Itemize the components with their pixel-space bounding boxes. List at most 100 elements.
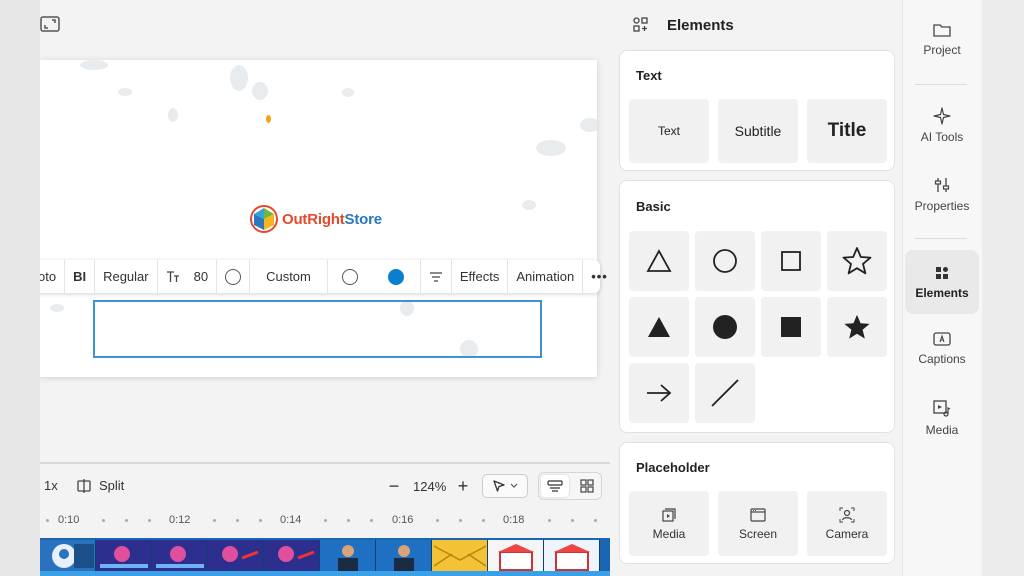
placeholder-section: Placeholder Media Screen Camera <box>619 442 895 564</box>
logo-icon <box>250 205 278 233</box>
effects-button[interactable]: Effects <box>452 260 509 293</box>
star-outline-icon <box>842 247 872 275</box>
arrow-right-icon <box>647 384 672 402</box>
nav-media[interactable]: Media <box>905 400 979 437</box>
elements-icon <box>936 266 948 279</box>
text-color-swatch[interactable] <box>217 260 251 293</box>
stroke-color-swatch[interactable] <box>328 260 372 293</box>
selected-text-box[interactable] <box>93 300 542 358</box>
fill-color-swatch[interactable] <box>372 260 421 293</box>
elements-icon <box>632 16 650 34</box>
square-filled-icon <box>781 317 801 337</box>
title-preset[interactable]: Title <box>807 99 887 163</box>
grid-view-icon <box>580 479 594 493</box>
nav-ai-tools[interactable]: AI Tools <box>905 107 979 144</box>
logo: OutRightStore <box>250 204 382 234</box>
editor-area: OutRightStore oto BI Regular 80 Custom E… <box>40 0 610 576</box>
square-outline-shape[interactable] <box>761 231 821 291</box>
star-filled-icon <box>844 314 870 339</box>
ruler-label: 0:18 <box>503 514 525 526</box>
ruler-label: 0:12 <box>169 514 191 526</box>
grid-view-button[interactable] <box>573 475 601 497</box>
panel-title: Elements <box>667 17 734 34</box>
star-filled-shape[interactable] <box>827 297 887 357</box>
filled-circle-icon <box>387 268 404 285</box>
animation-button[interactable]: Animation <box>508 260 584 293</box>
left-strip <box>0 0 40 576</box>
logo-text: OutRightStore <box>282 210 382 228</box>
more-options-button[interactable]: ••• <box>583 260 610 293</box>
circle-filled-icon <box>713 315 737 339</box>
list-view-icon <box>547 480 563 492</box>
captions-icon <box>933 332 951 346</box>
arrow-shape[interactable] <box>629 363 689 423</box>
zoom-in-button[interactable]: + <box>453 474 473 498</box>
basic-shapes-section: Basic <box>619 180 895 433</box>
nav-properties[interactable]: Properties <box>905 176 979 213</box>
ruler-label: 0:16 <box>392 514 414 526</box>
square-outline-icon <box>781 251 801 271</box>
text-toolbar: oto BI Regular 80 Custom Effects Animati… <box>40 260 607 293</box>
list-view-button[interactable] <box>541 475 569 497</box>
pointer-tool-dropdown[interactable] <box>482 474 528 498</box>
circle-outline-icon <box>713 249 737 273</box>
orange-dot <box>266 115 271 123</box>
right-edge <box>982 0 1024 576</box>
zoom-level: 124% <box>413 479 447 494</box>
nav-project[interactable]: Project <box>905 22 979 57</box>
align-button[interactable] <box>421 260 452 293</box>
ruler-label: 0:14 <box>280 514 302 526</box>
zoom-out-button[interactable]: − <box>384 474 404 498</box>
line-shape[interactable] <box>695 363 755 423</box>
section-title: Placeholder <box>636 460 710 475</box>
sparkle-icon <box>933 107 951 125</box>
timeline-view-toggle <box>538 472 602 500</box>
screen-icon <box>750 507 766 522</box>
section-title: Text <box>636 68 662 83</box>
media-placeholder[interactable]: Media <box>629 491 709 556</box>
align-center-icon <box>429 271 442 282</box>
screen-placeholder[interactable]: Screen <box>718 491 798 556</box>
media-icon <box>933 400 951 417</box>
text-section: Text Text Subtitle Title <box>619 50 895 171</box>
timeline-controls: 1x Split − 124% + <box>40 472 610 500</box>
side-nav: Project AI Tools Properties Elements Cap… <box>902 0 982 576</box>
color-mode-dropdown[interactable]: Custom <box>250 260 328 293</box>
video-canvas[interactable]: OutRightStore <box>40 60 597 377</box>
text-preset[interactable]: Text <box>629 99 709 163</box>
nav-captions[interactable]: Captions <box>905 331 979 366</box>
ruler-label: 0:10 <box>58 514 80 526</box>
outline-circle-icon <box>225 268 242 285</box>
triangle-outline-icon <box>646 249 672 272</box>
square-filled-shape[interactable] <box>761 297 821 357</box>
line-icon <box>711 379 739 407</box>
nav-elements[interactable]: Elements <box>905 250 979 314</box>
outline-circle-icon <box>341 268 358 285</box>
camera-icon <box>839 507 855 522</box>
subtitle-preset[interactable]: Subtitle <box>718 99 798 163</box>
triangle-filled-icon <box>648 317 670 337</box>
circle-outline-shape[interactable] <box>695 231 755 291</box>
split-button[interactable]: Split <box>99 478 124 493</box>
font-size-control[interactable]: 80 <box>158 260 218 293</box>
circle-filled-shape[interactable] <box>695 297 755 357</box>
section-title: Basic <box>636 199 671 214</box>
cursor-icon <box>493 480 505 492</box>
font-family-dropdown[interactable]: oto <box>40 260 66 293</box>
camera-placeholder[interactable]: Camera <box>807 491 887 556</box>
split-icon[interactable] <box>76 478 92 494</box>
media-icon <box>662 507 676 522</box>
chevron-down-icon <box>510 483 518 488</box>
filmstrip-track <box>40 571 610 576</box>
font-size-icon <box>166 270 179 282</box>
folder-icon <box>933 24 951 37</box>
font-weight-dropdown[interactable]: Regular <box>95 260 158 293</box>
triangle-outline-shape[interactable] <box>629 231 689 291</box>
fullscreen-icon[interactable] <box>40 16 62 34</box>
timeline-divider[interactable] <box>40 462 610 464</box>
triangle-filled-shape[interactable] <box>629 297 689 357</box>
star-outline-shape[interactable] <box>827 231 887 291</box>
timeline-ruler[interactable]: 0:10 0:12 0:14 0:16 0:18 <box>40 512 610 530</box>
bold-italic-button[interactable]: BI <box>65 260 96 293</box>
speed-control[interactable]: 1x <box>44 478 58 493</box>
